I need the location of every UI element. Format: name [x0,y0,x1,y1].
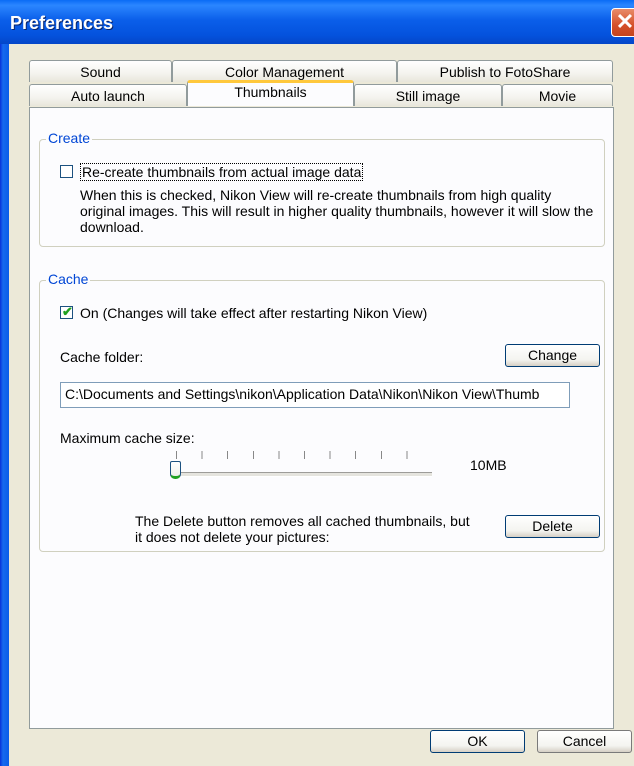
tab-sound[interactable]: Sound [29,60,172,82]
create-group: Create Re-create thumbnails from actual … [39,130,605,247]
cache-size-slider[interactable] [170,451,442,491]
cache-folder-label: Cache folder: [60,349,144,365]
window-title: Preferences [10,13,114,33]
preferences-window: Preferences ✕ Sound Color Management Pub… [0,0,634,766]
cache-group: Cache ✔ On (Changes will take effect aft… [39,271,605,552]
cache-on-label[interactable]: On (Changes will take effect after resta… [80,305,427,321]
delete-note: The Delete button removes all cached thu… [135,513,470,545]
delete-button[interactable]: Delete [505,515,600,538]
tab-color-management[interactable]: Color Management [172,60,397,82]
change-button[interactable]: Change [505,344,600,367]
create-legend: Create [46,130,93,146]
ok-button[interactable]: OK [430,730,525,753]
tab-auto-launch[interactable]: Auto launch [29,84,187,106]
cache-size-value: 10MB [470,457,507,473]
recreate-thumbnails-label[interactable]: Re-create thumbnails from actual image d… [80,163,364,181]
cache-on-checkbox[interactable]: ✔ [60,304,73,319]
thumbnails-panel: Create Re-create thumbnails from actual … [29,107,614,729]
cache-folder-field[interactable]: C:\Documents and Settings\nikon\Applicat… [60,382,570,408]
tab-thumbnails[interactable]: Thumbnails [187,80,354,106]
window-left-border [0,0,9,766]
slider-track [170,472,432,477]
checkmark-icon: ✔ [62,304,73,319]
close-button[interactable]: ✕ [611,8,634,37]
cache-legend: Cache [46,271,91,287]
tab-still-image[interactable]: Still image [354,84,502,106]
title-bar[interactable]: Preferences ✕ [0,0,634,44]
maximum-cache-size-label: Maximum cache size: [60,430,195,446]
recreate-thumbnails-checkbox[interactable] [60,165,73,178]
slider-ticks [176,451,432,459]
cancel-button[interactable]: Cancel [537,730,632,753]
create-description: When this is checked, Nikon View will re… [80,187,594,235]
tab-publish-to-fotoshare[interactable]: Publish to FotoShare [397,60,613,82]
slider-thumb[interactable] [170,461,181,479]
tab-movie[interactable]: Movie [502,84,613,106]
